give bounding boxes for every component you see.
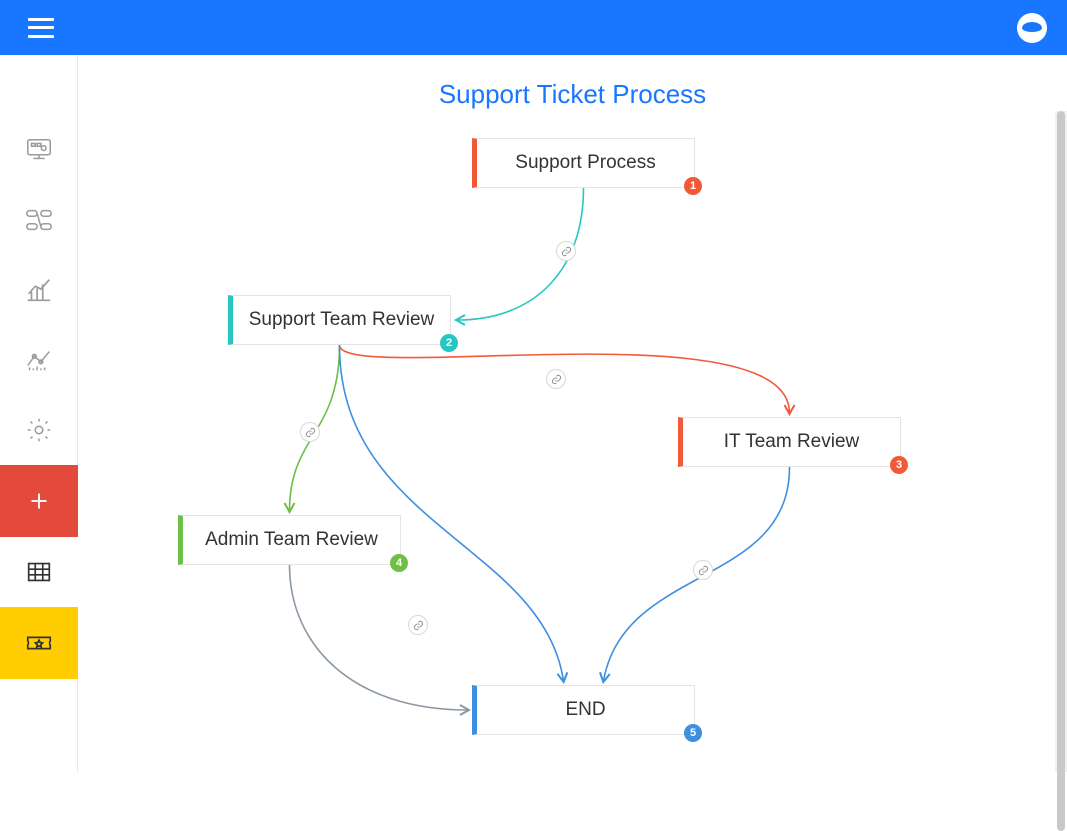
flow-node-2[interactable]: Support Team Review2 (228, 295, 451, 345)
sidebar-action-ticket[interactable] (0, 607, 78, 679)
sidebar-item-settings[interactable] (0, 395, 78, 465)
menu-icon[interactable] (28, 18, 54, 38)
flow-node-badge: 4 (390, 554, 408, 572)
flow-node-label: Support Process (515, 152, 655, 174)
flow-node-1[interactable]: Support Process1 (472, 138, 695, 188)
diagram-canvas[interactable]: Support Ticket Process Support Process1S… (78, 55, 1067, 772)
dashboard-monitor-icon (24, 135, 54, 165)
sidebar (0, 55, 78, 772)
connection-link-icon[interactable] (408, 615, 428, 635)
analytics-icon (24, 345, 54, 375)
connection-link-icon[interactable] (556, 241, 576, 261)
flow-node-4[interactable]: Admin Team Review4 (178, 515, 401, 565)
flow-node-label: IT Team Review (724, 431, 860, 453)
connection-link-icon[interactable] (546, 369, 566, 389)
flow-node-label: Support Team Review (249, 309, 435, 331)
flow-node-label: END (565, 699, 605, 721)
ticket-icon (24, 628, 54, 658)
sidebar-action-grid[interactable] (0, 537, 78, 607)
scrollbar-thumb[interactable] (1057, 111, 1065, 831)
connection-link-icon[interactable] (693, 560, 713, 580)
flow-node-label: Admin Team Review (205, 529, 378, 551)
workflow-link-icon (24, 205, 54, 235)
flow-node-badge: 2 (440, 334, 458, 352)
connection-link-icon[interactable] (300, 422, 320, 442)
bar-chart-icon (24, 275, 54, 305)
scrollbar-vertical[interactable] (1055, 111, 1067, 772)
plus-icon (24, 486, 54, 516)
flow-node-3[interactable]: IT Team Review3 (678, 417, 901, 467)
grid-icon (24, 557, 54, 587)
flow-node-badge: 1 (684, 177, 702, 195)
sidebar-item-dashboard[interactable] (0, 115, 78, 185)
top-bar (0, 0, 1067, 55)
sidebar-item-analytics[interactable] (0, 325, 78, 395)
sidebar-item-workflow[interactable] (0, 185, 78, 255)
app-logo[interactable] (1017, 13, 1047, 43)
gear-icon (24, 415, 54, 445)
sidebar-item-reports[interactable] (0, 255, 78, 325)
flow-node-badge: 5 (684, 724, 702, 742)
flow-node-5[interactable]: END5 (472, 685, 695, 735)
flow-node-badge: 3 (890, 456, 908, 474)
flow-area: Support Process1Support Team Review2IT T… (78, 55, 1067, 772)
sidebar-action-add[interactable] (0, 465, 78, 537)
